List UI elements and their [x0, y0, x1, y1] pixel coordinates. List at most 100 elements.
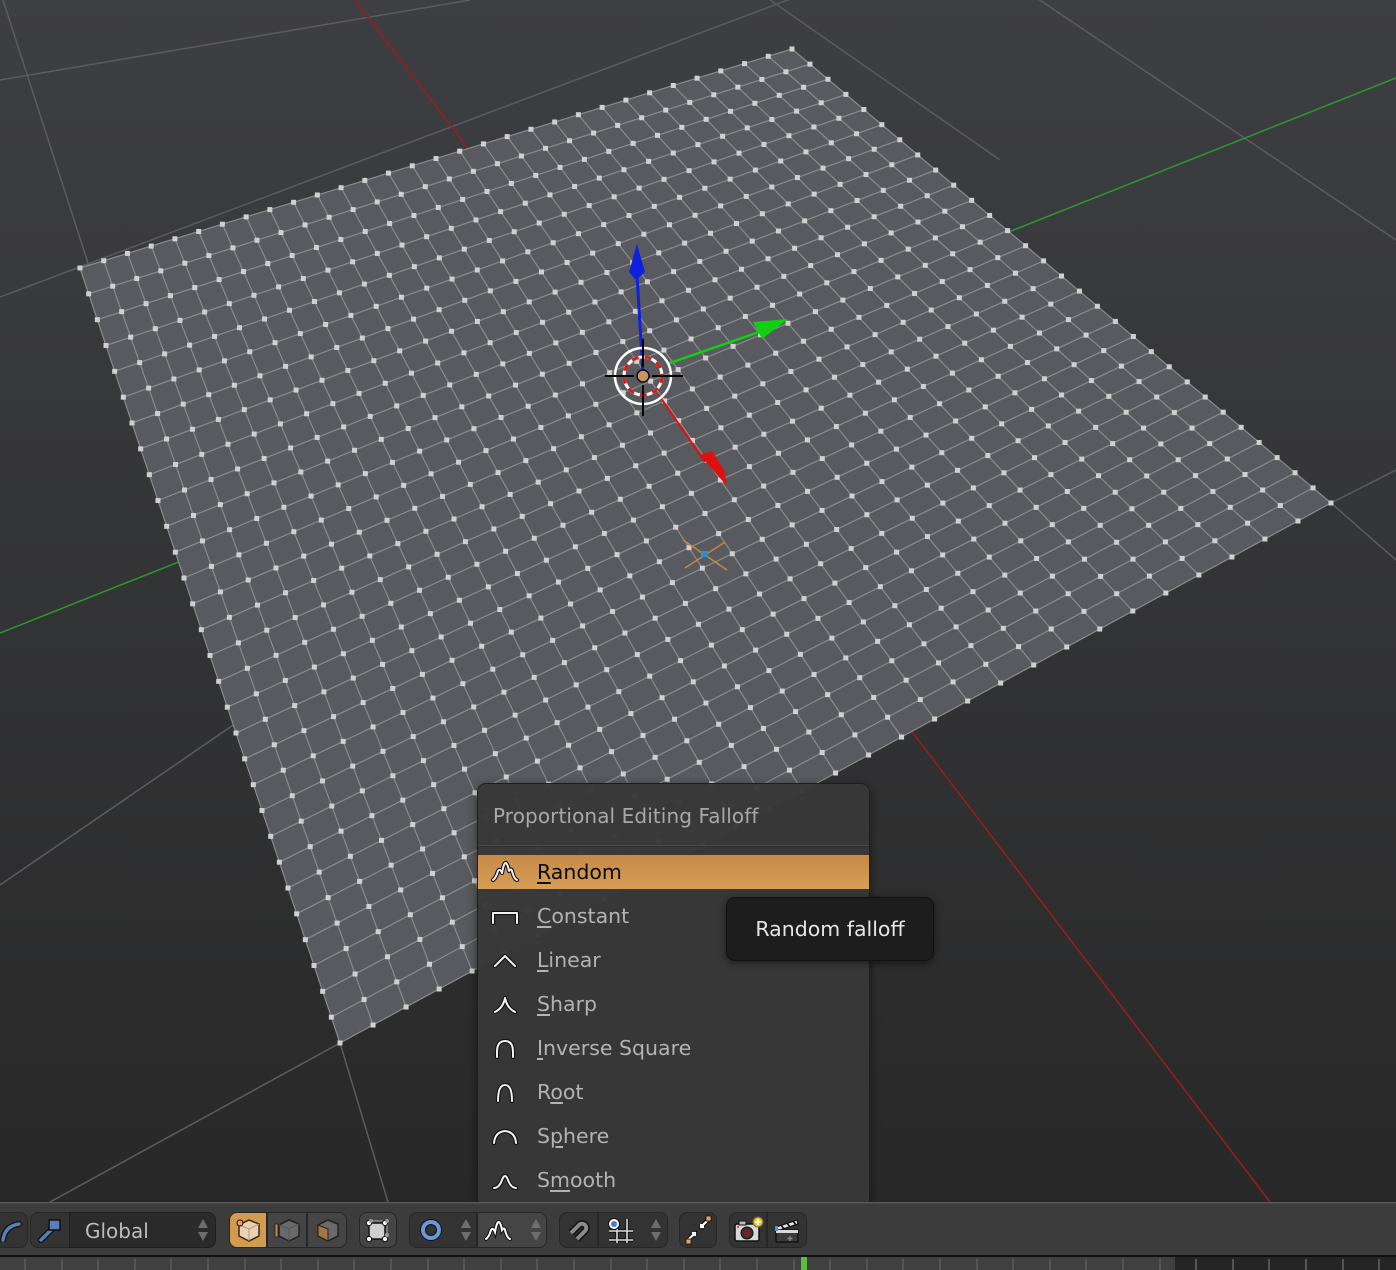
- timeline-tick: [353, 1259, 355, 1270]
- menu-item-inverse-square[interactable]: Inverse Square: [478, 1031, 869, 1065]
- mesh-vertex: [479, 643, 485, 649]
- proportional-edit-button[interactable]: [409, 1212, 477, 1248]
- mesh-vertex: [207, 653, 213, 658]
- mesh-vertex: [1292, 470, 1298, 476]
- mesh-vertex: [892, 603, 898, 609]
- mesh-vertex: [561, 660, 567, 666]
- face-select-button[interactable]: [307, 1212, 347, 1248]
- menu-item-smooth[interactable]: Smooth: [478, 1163, 869, 1197]
- render-animation-button[interactable]: [767, 1212, 807, 1248]
- menu-item-sphere[interactable]: Sphere: [478, 1119, 869, 1153]
- mesh-vertex: [319, 377, 325, 383]
- menu-item-sharp[interactable]: Sharp: [478, 987, 869, 1021]
- mesh-vertex: [828, 326, 834, 332]
- mesh-vertex: [632, 308, 638, 314]
- mesh-vertex: [164, 436, 170, 442]
- render-image-button[interactable]: [729, 1212, 767, 1248]
- mesh-vertex: [819, 750, 825, 756]
- timeline-tick: [1305, 1259, 1307, 1270]
- limit-selection-button[interactable]: [359, 1212, 397, 1248]
- mesh-vertex: [206, 253, 212, 259]
- menu-item-root[interactable]: Root: [478, 1075, 869, 1109]
- mesh-vertex: [950, 251, 956, 257]
- mesh-vertex: [924, 193, 930, 199]
- timeline-tick: [719, 1259, 721, 1270]
- mesh-vertex: [673, 524, 679, 530]
- mesh-vertex: [773, 350, 779, 356]
- mesh-vertex: [708, 230, 714, 236]
- mesh-vertex: [591, 130, 597, 136]
- mesh-vertex: [124, 250, 130, 256]
- mesh-vertex: [1093, 424, 1099, 430]
- mesh-vertex: [877, 584, 883, 590]
- mesh-vertex: [403, 1004, 409, 1010]
- mesh-vertex: [428, 471, 434, 477]
- mesh-vertex: [436, 986, 442, 992]
- mesh-vertex: [217, 589, 223, 595]
- mesh-vertex: [356, 390, 362, 396]
- mesh-vertex: [129, 420, 135, 426]
- menu-item-random[interactable]: Random: [478, 855, 869, 889]
- vertex-select-button[interactable]: [229, 1212, 267, 1248]
- timeline-ruler[interactable]: [0, 1255, 1396, 1270]
- mesh-vertex: [753, 647, 759, 653]
- snap-element-dropdown[interactable]: [598, 1212, 668, 1248]
- mesh-vertex: [490, 666, 496, 672]
- mesh-vertex: [377, 577, 383, 583]
- mesh-vertex: [895, 274, 901, 280]
- mesh-vertex: [419, 671, 425, 677]
- mesh-vertex: [1048, 472, 1054, 478]
- mesh-vertex: [192, 285, 198, 291]
- mesh-vertex: [511, 229, 517, 235]
- mesh-vertex: [375, 929, 381, 935]
- mesh-vertex: [977, 239, 983, 245]
- pivot-point-button[interactable]: [0, 1212, 28, 1248]
- edge-select-button[interactable]: [267, 1212, 307, 1248]
- mesh-vertex: [302, 937, 308, 943]
- mesh-vertex: [237, 325, 243, 331]
- manipulator-icon: [38, 1219, 61, 1243]
- timeline-tick: [976, 1259, 978, 1270]
- mesh-vertex: [240, 269, 246, 275]
- mesh-vertex: [739, 627, 745, 633]
- mesh-vertex: [620, 339, 626, 345]
- mesh-vertex: [1048, 301, 1054, 307]
- snap-toggle-button[interactable]: [559, 1212, 598, 1248]
- mesh-vertex: [718, 68, 724, 74]
- mesh-vertex: [786, 767, 792, 773]
- mesh-vertex: [401, 482, 407, 488]
- mesh-vertex: [856, 314, 862, 320]
- timeline-tick: [939, 1259, 941, 1270]
- mesh-vertex: [434, 551, 440, 557]
- mesh-vertex: [585, 565, 591, 571]
- mirror-button[interactable]: [679, 1212, 717, 1248]
- mesh-vertex: [171, 376, 177, 382]
- mesh-vertex: [412, 505, 418, 511]
- mesh-vertex: [498, 209, 504, 215]
- menu-item-label: Constant: [537, 904, 630, 928]
- mesh-vertex: [1130, 556, 1136, 562]
- mesh-vertex: [196, 229, 202, 234]
- mesh-vertex: [854, 198, 860, 204]
- mesh-vertex: [528, 126, 534, 132]
- dropdown-arrows-icon: [460, 1217, 472, 1243]
- mesh-vertex: [923, 432, 929, 438]
- mesh-vertex: [654, 132, 660, 138]
- mesh-vertex: [703, 355, 709, 361]
- mesh-vertex: [361, 281, 367, 287]
- mesh-vertex: [937, 401, 943, 407]
- timeline-tick: [390, 1259, 392, 1270]
- mesh-vertex: [634, 652, 640, 658]
- orientation-dropdown[interactable]: Global: [69, 1212, 216, 1248]
- mesh-vertex: [728, 742, 734, 748]
- mesh-vertex: [460, 681, 466, 687]
- root-falloff-icon: [490, 1080, 520, 1104]
- mesh-vertex: [861, 241, 867, 247]
- mesh-vertex: [615, 122, 621, 128]
- current-frame-marker[interactable]: [801, 1257, 807, 1270]
- mesh-vertex: [384, 954, 390, 960]
- mesh-vertex: [286, 307, 292, 313]
- falloff-dropdown[interactable]: [477, 1212, 547, 1248]
- manipulator-button[interactable]: [30, 1212, 70, 1248]
- mesh-vertex: [371, 358, 377, 364]
